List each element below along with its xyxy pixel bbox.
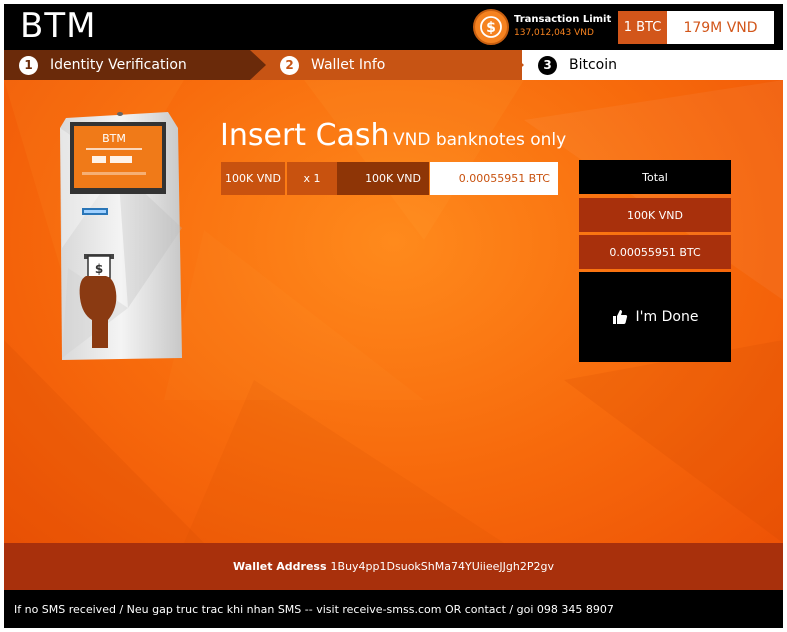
bill-denomination: 100K VND: [221, 162, 285, 195]
svg-text:$: $: [95, 262, 103, 276]
bill-subtotal: 100K VND: [337, 162, 429, 195]
step-number: 1: [19, 55, 38, 75]
main-panel: BTM $ Insert Cash VND banknotes only 100…: [4, 80, 783, 543]
step-number: 3: [538, 55, 557, 75]
bill-btc-amount: 0.00055951 BTC: [430, 162, 558, 195]
transaction-limit-value: 137,012,043 VND: [514, 28, 594, 38]
thumbs-up-icon: [612, 310, 627, 324]
step-bitcoin: 3 Bitcoin: [522, 50, 783, 80]
insert-cash-title: Insert Cash: [220, 118, 390, 153]
atm-illustration: BTM $: [58, 108, 184, 364]
brand-logo: BTM: [20, 6, 97, 46]
progress-steps: 1 Identity Verification 2 Wallet Info 3 …: [4, 50, 783, 80]
rate-vnd: 179M VND: [667, 11, 774, 44]
total-vnd: 100K VND: [579, 198, 731, 232]
wallet-address-bar: Wallet Address 1Buy4pp1DsuokShMa74YUiiee…: [4, 543, 783, 590]
svg-text:$: $: [486, 20, 496, 36]
step-label: Identity Verification: [50, 57, 187, 73]
atm-screen-title: BTM: [102, 132, 126, 145]
bill-multiplier: x 1: [287, 162, 337, 195]
header: BTM $ Transaction Limit 137,012,043 VND …: [4, 4, 783, 50]
step-label: Wallet Info: [311, 57, 386, 73]
im-done-button[interactable]: I'm Done: [579, 272, 731, 362]
step-arrow: [508, 50, 524, 80]
wallet-address-label: Wallet Address: [233, 560, 327, 573]
footer-sms-help: If no SMS received / Neu gap truc trac k…: [4, 590, 783, 628]
total-label: Total: [579, 160, 731, 194]
wallet-address-value: 1Buy4pp1DsuokShMa74YUiieeJJgh2P2gv: [330, 560, 554, 573]
dollar-coin-icon: $: [473, 9, 509, 45]
step-arrow: [250, 50, 266, 80]
insert-cash-subtitle: VND banknotes only: [393, 130, 567, 150]
step-identity-verification: 1 Identity Verification: [4, 50, 262, 80]
im-done-label: I'm Done: [635, 309, 699, 325]
app-window: BTM $ Transaction Limit 137,012,043 VND …: [4, 4, 783, 628]
step-label: Bitcoin: [569, 57, 618, 73]
rate-btc: 1 BTC: [618, 11, 667, 44]
step-wallet-info: 2 Wallet Info: [250, 50, 522, 80]
step-number: 2: [280, 55, 299, 75]
transaction-limit-title: Transaction Limit: [514, 14, 612, 25]
total-btc: 0.00055951 BTC: [579, 235, 731, 269]
